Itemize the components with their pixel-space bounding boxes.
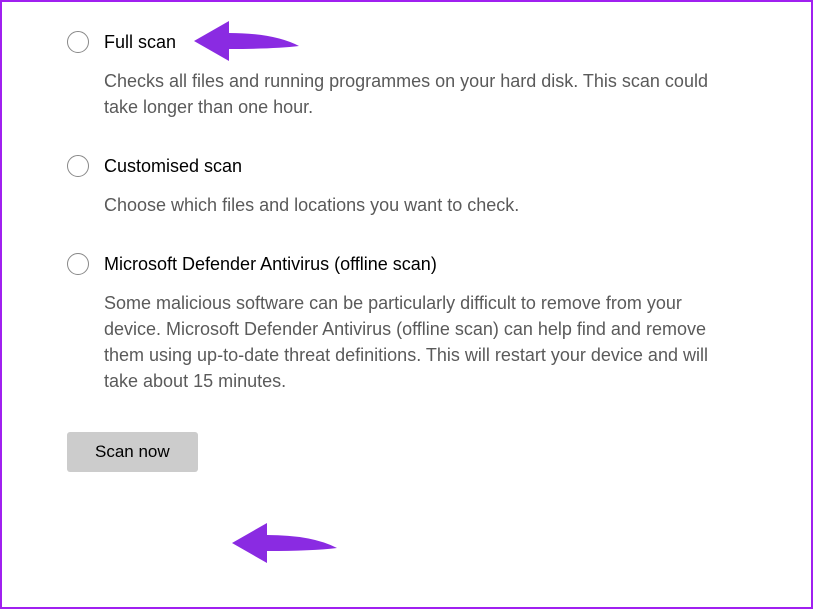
option-desc-customised: Choose which files and locations you wan… [104, 192, 746, 218]
annotation-arrow-icon [232, 518, 342, 568]
option-label-offline: Microsoft Defender Antivirus (offline sc… [104, 252, 437, 276]
option-label-customised: Customised scan [104, 154, 242, 178]
option-label-full: Full scan [104, 30, 176, 54]
option-desc-full: Checks all files and running programmes … [104, 68, 746, 120]
option-desc-offline: Some malicious software can be particula… [104, 290, 746, 394]
scan-now-button[interactable]: Scan now [67, 432, 198, 472]
radio-offline-scan[interactable] [67, 253, 89, 275]
scan-option-customised: Customised scan [67, 154, 746, 178]
scan-option-offline: Microsoft Defender Antivirus (offline sc… [67, 252, 746, 276]
radio-full-scan[interactable] [67, 31, 89, 53]
scan-option-full: Full scan [67, 30, 746, 54]
radio-customised-scan[interactable] [67, 155, 89, 177]
